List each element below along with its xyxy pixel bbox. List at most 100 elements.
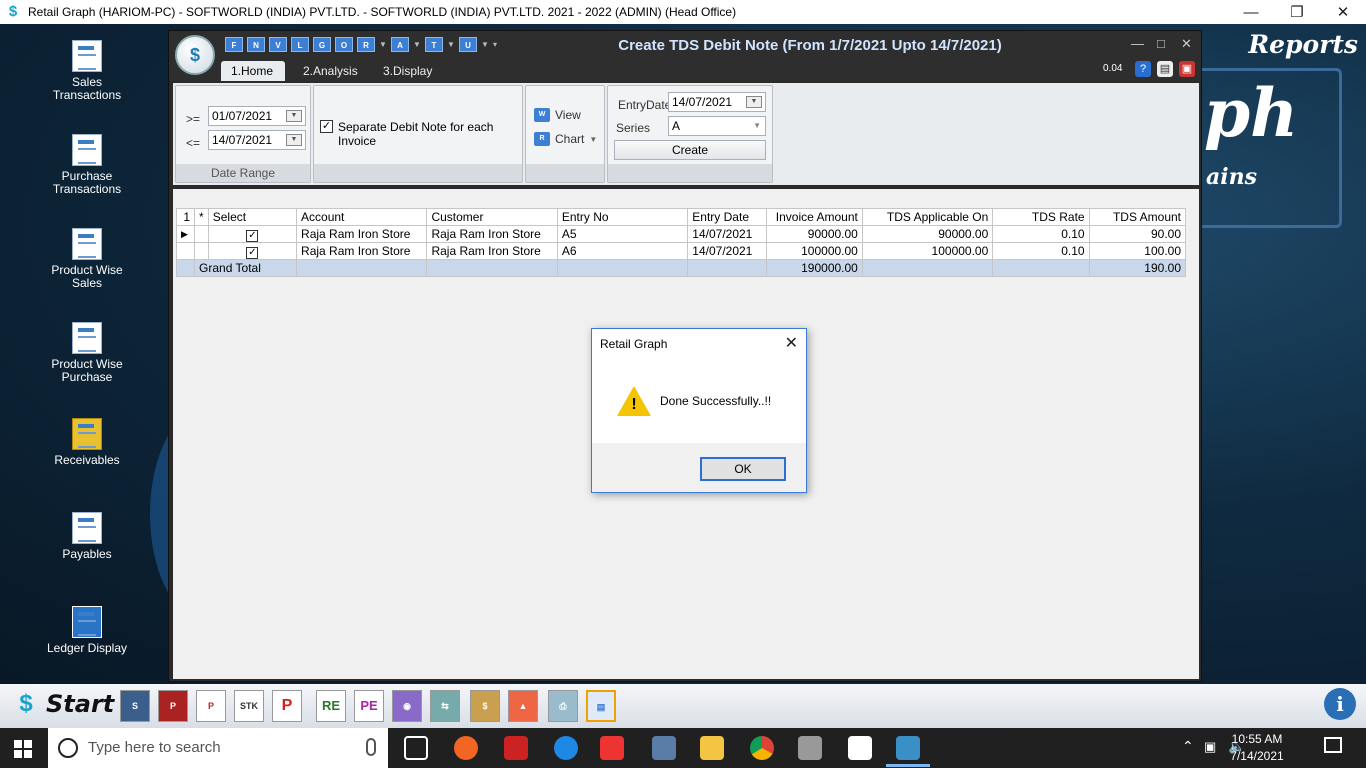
- desktop-icon-ledger-display[interactable]: Ledger Display: [40, 606, 134, 655]
- tab-display[interactable]: 3.Display: [373, 61, 442, 81]
- cell-tds-amount[interactable]: 90.00: [1088, 225, 1187, 243]
- qat-button-o[interactable]: O: [335, 37, 353, 52]
- from-date-field[interactable]: 01/07/2021 ▼: [208, 106, 306, 126]
- cell-invoice-amount[interactable]: 100000.00: [765, 242, 863, 260]
- cell-tds-amount[interactable]: 100.00: [1088, 242, 1187, 260]
- taskbar-app-icon[interactable]: [454, 736, 478, 760]
- qat-button-f[interactable]: F: [225, 37, 243, 52]
- toolbar-pdf-icon[interactable]: P: [272, 690, 302, 722]
- col-header-entry-date[interactable]: Entry Date: [687, 208, 767, 226]
- tab-home[interactable]: 1.Home: [221, 61, 285, 81]
- tab-analysis[interactable]: 2.Analysis: [293, 61, 368, 81]
- cell-tds-rate[interactable]: 0.10: [992, 242, 1090, 260]
- col-header-tds-rate[interactable]: TDS Rate: [992, 208, 1090, 226]
- microphone-icon[interactable]: [366, 738, 376, 756]
- toolbar-payment-icon[interactable]: PE: [354, 690, 384, 722]
- qat-button-n[interactable]: N: [247, 37, 265, 52]
- customize-qat-icon[interactable]: ▾: [493, 37, 501, 53]
- retail-graph-taskbar-icon[interactable]: [896, 736, 920, 760]
- cell-customer[interactable]: Raja Ram Iron Store: [426, 225, 558, 243]
- toolbar-inventory-icon[interactable]: ◉: [392, 690, 422, 722]
- col-header-star[interactable]: *: [194, 208, 209, 226]
- taskbar-search-input[interactable]: Type here to search: [48, 728, 388, 768]
- col-header-select[interactable]: Select: [207, 208, 298, 226]
- cell-account[interactable]: Raja Ram Iron Store: [296, 242, 428, 260]
- exit-icon[interactable]: ▣: [1179, 61, 1195, 77]
- taskbar-app-icon[interactable]: [798, 736, 822, 760]
- toolbar-product-icon[interactable]: P: [196, 690, 226, 722]
- chart-button[interactable]: R Chart ▼: [534, 132, 597, 146]
- chevron-down-icon[interactable]: ▼: [379, 37, 387, 53]
- qat-button-v[interactable]: V: [269, 37, 287, 52]
- cell-entry-no[interactable]: A5: [556, 225, 689, 243]
- cell-customer[interactable]: Raja Ram Iron Store: [426, 242, 558, 260]
- taskbar-clock[interactable]: 10:55 AM 7/14/2021: [1222, 731, 1292, 765]
- help-icon[interactable]: ?: [1135, 61, 1151, 77]
- desktop-icon-purchase-transactions[interactable]: Purchase Transactions: [40, 134, 134, 196]
- series-select[interactable]: A ▼: [668, 116, 766, 136]
- cell-account[interactable]: Raja Ram Iron Store: [296, 225, 428, 243]
- toolbar-money-icon[interactable]: $: [470, 690, 500, 722]
- dialog-close-button[interactable]: ✕: [785, 333, 798, 353]
- desktop-icon-product-wise-purchase[interactable]: Product Wise Purchase: [40, 322, 134, 384]
- col-header-account[interactable]: Account: [296, 208, 428, 226]
- col-header-invoice-amount[interactable]: Invoice Amount: [765, 208, 863, 226]
- calendar-icon[interactable]: ▼: [746, 96, 762, 108]
- qat-button-l[interactable]: L: [291, 37, 309, 52]
- notepad-icon[interactable]: ▤: [1157, 61, 1173, 77]
- entry-date-field[interactable]: 14/07/2021 ▼: [668, 92, 766, 112]
- qat-button-g[interactable]: G: [313, 37, 331, 52]
- col-header-customer[interactable]: Customer: [426, 208, 558, 226]
- filezilla-icon[interactable]: [504, 736, 528, 760]
- cell-entry-date[interactable]: 14/07/2021: [687, 242, 767, 260]
- taskbar-app-icon[interactable]: [554, 736, 578, 760]
- app-menu-orb[interactable]: $: [175, 35, 215, 75]
- col-header-tds-amount[interactable]: TDS Amount: [1088, 208, 1187, 226]
- calendar-icon[interactable]: ▼: [286, 134, 302, 146]
- qat-button-u[interactable]: U: [459, 37, 477, 52]
- network-icon[interactable]: ▣: [1204, 739, 1216, 755]
- desktop-icon-sales-transactions[interactable]: Sales Transactions: [40, 40, 134, 102]
- view-button[interactable]: W View: [534, 108, 581, 122]
- notifications-icon[interactable]: [1324, 737, 1342, 753]
- table-row[interactable]: ▶ ✓ Raja Ram Iron Store Raja Ram Iron St…: [175, 225, 1187, 243]
- col-header-entry-no[interactable]: Entry No: [556, 208, 689, 226]
- create-button[interactable]: Create: [614, 140, 766, 160]
- cell-entry-date[interactable]: 14/07/2021: [687, 225, 767, 243]
- chevron-down-icon[interactable]: ▼: [413, 37, 421, 53]
- to-date-field[interactable]: 14/07/2021 ▼: [208, 130, 306, 150]
- sticky-notes-icon[interactable]: [848, 736, 872, 760]
- taskbar-app-icon[interactable]: [600, 736, 624, 760]
- toolbar-receipt-icon[interactable]: RE: [316, 690, 346, 722]
- toolbar-printer-icon[interactable]: ⎙: [548, 690, 578, 722]
- row-select-checkbox[interactable]: ✓: [207, 242, 298, 260]
- separate-note-checkbox[interactable]: ✓: [320, 120, 333, 133]
- chevron-down-icon[interactable]: ▼: [447, 37, 455, 53]
- col-header-tds-applicable-on[interactable]: TDS Applicable On: [861, 208, 994, 226]
- calendar-icon[interactable]: ▼: [286, 110, 302, 122]
- toolbar-document-icon[interactable]: ▤: [586, 690, 616, 722]
- cell-tds-rate[interactable]: 0.10: [992, 225, 1090, 243]
- col-header-rownum[interactable]: 1: [175, 208, 196, 226]
- qat-button-a[interactable]: A: [391, 37, 409, 52]
- taskbar-app-icon[interactable]: [652, 736, 676, 760]
- chevron-down-icon[interactable]: ▼: [481, 37, 489, 53]
- toolbar-transfer-icon[interactable]: ⇆: [430, 690, 460, 722]
- task-view-icon[interactable]: [404, 736, 428, 760]
- qat-button-t[interactable]: T: [425, 37, 443, 52]
- desktop-icon-payables[interactable]: Payables: [40, 512, 134, 561]
- file-explorer-icon[interactable]: [700, 736, 724, 760]
- cell-tds-applicable-on[interactable]: 100000.00: [861, 242, 994, 260]
- toolbar-stock-icon[interactable]: STK: [234, 690, 264, 722]
- app-maximize-button[interactable]: □: [1157, 36, 1165, 51]
- desktop-icon-receivables[interactable]: Receivables: [40, 418, 134, 467]
- windows-start-icon[interactable]: [14, 740, 32, 758]
- cell-entry-no[interactable]: A6: [556, 242, 689, 260]
- toolbar-purchase-icon[interactable]: P: [158, 690, 188, 722]
- info-icon[interactable]: i: [1324, 688, 1356, 720]
- qat-button-r[interactable]: R: [357, 37, 375, 52]
- minimize-button[interactable]: —: [1228, 4, 1274, 21]
- start-button[interactable]: $ Start: [10, 688, 114, 720]
- toolbar-shapes-icon[interactable]: ▲: [508, 690, 538, 722]
- close-button[interactable]: ✕: [1320, 3, 1366, 21]
